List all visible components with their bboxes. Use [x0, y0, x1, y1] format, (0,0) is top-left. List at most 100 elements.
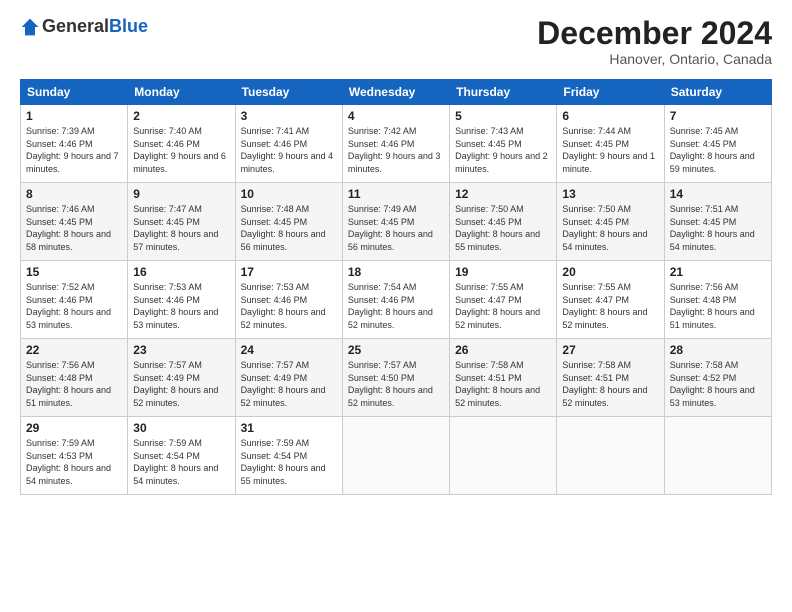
main-container: GeneralBlue December 2024 Hanover, Ontar… [0, 0, 792, 505]
calendar-header-row: SundayMondayTuesdayWednesdayThursdayFrid… [21, 80, 772, 105]
calendar-cell: 27 Sunrise: 7:58 AM Sunset: 4:51 PM Dayl… [557, 339, 664, 417]
calendar-week-1: 1 Sunrise: 7:39 AM Sunset: 4:46 PM Dayli… [21, 105, 772, 183]
day-info: Sunrise: 7:43 AM Sunset: 4:45 PM Dayligh… [455, 126, 548, 174]
day-number: 9 [133, 187, 229, 201]
day-info: Sunrise: 7:53 AM Sunset: 4:46 PM Dayligh… [241, 282, 326, 330]
logo-general: General [42, 16, 109, 37]
day-info: Sunrise: 7:48 AM Sunset: 4:45 PM Dayligh… [241, 204, 326, 252]
calendar-cell: 17 Sunrise: 7:53 AM Sunset: 4:46 PM Dayl… [235, 261, 342, 339]
calendar-cell: 6 Sunrise: 7:44 AM Sunset: 4:45 PM Dayli… [557, 105, 664, 183]
day-info: Sunrise: 7:57 AM Sunset: 4:49 PM Dayligh… [133, 360, 218, 408]
calendar-cell: 23 Sunrise: 7:57 AM Sunset: 4:49 PM Dayl… [128, 339, 235, 417]
calendar-cell [664, 417, 771, 495]
day-info: Sunrise: 7:56 AM Sunset: 4:48 PM Dayligh… [670, 282, 755, 330]
day-number: 3 [241, 109, 337, 123]
calendar-cell: 29 Sunrise: 7:59 AM Sunset: 4:53 PM Dayl… [21, 417, 128, 495]
calendar-cell [450, 417, 557, 495]
day-number: 28 [670, 343, 766, 357]
day-number: 18 [348, 265, 444, 279]
day-info: Sunrise: 7:59 AM Sunset: 4:54 PM Dayligh… [241, 438, 326, 486]
day-info: Sunrise: 7:54 AM Sunset: 4:46 PM Dayligh… [348, 282, 433, 330]
day-info: Sunrise: 7:58 AM Sunset: 4:52 PM Dayligh… [670, 360, 755, 408]
day-number: 22 [26, 343, 122, 357]
day-info: Sunrise: 7:52 AM Sunset: 4:46 PM Dayligh… [26, 282, 111, 330]
column-header-wednesday: Wednesday [342, 80, 449, 105]
day-info: Sunrise: 7:50 AM Sunset: 4:45 PM Dayligh… [562, 204, 647, 252]
day-info: Sunrise: 7:56 AM Sunset: 4:48 PM Dayligh… [26, 360, 111, 408]
calendar-cell: 11 Sunrise: 7:49 AM Sunset: 4:45 PM Dayl… [342, 183, 449, 261]
day-info: Sunrise: 7:55 AM Sunset: 4:47 PM Dayligh… [562, 282, 647, 330]
calendar-week-5: 29 Sunrise: 7:59 AM Sunset: 4:53 PM Dayl… [21, 417, 772, 495]
calendar-cell: 21 Sunrise: 7:56 AM Sunset: 4:48 PM Dayl… [664, 261, 771, 339]
column-header-thursday: Thursday [450, 80, 557, 105]
logo-icon [20, 17, 40, 37]
column-header-sunday: Sunday [21, 80, 128, 105]
day-number: 29 [26, 421, 122, 435]
day-info: Sunrise: 7:45 AM Sunset: 4:45 PM Dayligh… [670, 126, 755, 174]
day-number: 30 [133, 421, 229, 435]
calendar-cell: 10 Sunrise: 7:48 AM Sunset: 4:45 PM Dayl… [235, 183, 342, 261]
day-number: 6 [562, 109, 658, 123]
day-info: Sunrise: 7:59 AM Sunset: 4:54 PM Dayligh… [133, 438, 218, 486]
calendar-cell: 13 Sunrise: 7:50 AM Sunset: 4:45 PM Dayl… [557, 183, 664, 261]
column-header-saturday: Saturday [664, 80, 771, 105]
calendar-cell: 22 Sunrise: 7:56 AM Sunset: 4:48 PM Dayl… [21, 339, 128, 417]
day-info: Sunrise: 7:41 AM Sunset: 4:46 PM Dayligh… [241, 126, 334, 174]
calendar-week-3: 15 Sunrise: 7:52 AM Sunset: 4:46 PM Dayl… [21, 261, 772, 339]
calendar-cell: 9 Sunrise: 7:47 AM Sunset: 4:45 PM Dayli… [128, 183, 235, 261]
calendar-cell: 4 Sunrise: 7:42 AM Sunset: 4:46 PM Dayli… [342, 105, 449, 183]
day-info: Sunrise: 7:47 AM Sunset: 4:45 PM Dayligh… [133, 204, 218, 252]
day-info: Sunrise: 7:46 AM Sunset: 4:45 PM Dayligh… [26, 204, 111, 252]
day-number: 4 [348, 109, 444, 123]
day-number: 12 [455, 187, 551, 201]
day-info: Sunrise: 7:57 AM Sunset: 4:50 PM Dayligh… [348, 360, 433, 408]
day-number: 20 [562, 265, 658, 279]
calendar-week-2: 8 Sunrise: 7:46 AM Sunset: 4:45 PM Dayli… [21, 183, 772, 261]
column-header-monday: Monday [128, 80, 235, 105]
day-number: 14 [670, 187, 766, 201]
day-info: Sunrise: 7:49 AM Sunset: 4:45 PM Dayligh… [348, 204, 433, 252]
day-number: 15 [26, 265, 122, 279]
day-info: Sunrise: 7:55 AM Sunset: 4:47 PM Dayligh… [455, 282, 540, 330]
calendar-cell: 24 Sunrise: 7:57 AM Sunset: 4:49 PM Dayl… [235, 339, 342, 417]
day-number: 11 [348, 187, 444, 201]
day-number: 1 [26, 109, 122, 123]
day-info: Sunrise: 7:58 AM Sunset: 4:51 PM Dayligh… [455, 360, 540, 408]
day-info: Sunrise: 7:57 AM Sunset: 4:49 PM Dayligh… [241, 360, 326, 408]
calendar-cell: 31 Sunrise: 7:59 AM Sunset: 4:54 PM Dayl… [235, 417, 342, 495]
calendar-cell: 18 Sunrise: 7:54 AM Sunset: 4:46 PM Dayl… [342, 261, 449, 339]
day-number: 8 [26, 187, 122, 201]
calendar-cell: 5 Sunrise: 7:43 AM Sunset: 4:45 PM Dayli… [450, 105, 557, 183]
day-info: Sunrise: 7:59 AM Sunset: 4:53 PM Dayligh… [26, 438, 111, 486]
calendar-cell [557, 417, 664, 495]
calendar-cell: 28 Sunrise: 7:58 AM Sunset: 4:52 PM Dayl… [664, 339, 771, 417]
day-number: 26 [455, 343, 551, 357]
calendar-cell: 26 Sunrise: 7:58 AM Sunset: 4:51 PM Dayl… [450, 339, 557, 417]
day-info: Sunrise: 7:44 AM Sunset: 4:45 PM Dayligh… [562, 126, 655, 174]
column-header-friday: Friday [557, 80, 664, 105]
day-number: 31 [241, 421, 337, 435]
day-info: Sunrise: 7:40 AM Sunset: 4:46 PM Dayligh… [133, 126, 226, 174]
calendar-cell: 25 Sunrise: 7:57 AM Sunset: 4:50 PM Dayl… [342, 339, 449, 417]
calendar-cell: 7 Sunrise: 7:45 AM Sunset: 4:45 PM Dayli… [664, 105, 771, 183]
day-number: 27 [562, 343, 658, 357]
day-info: Sunrise: 7:51 AM Sunset: 4:45 PM Dayligh… [670, 204, 755, 252]
calendar-cell: 15 Sunrise: 7:52 AM Sunset: 4:46 PM Dayl… [21, 261, 128, 339]
day-number: 21 [670, 265, 766, 279]
day-info: Sunrise: 7:50 AM Sunset: 4:45 PM Dayligh… [455, 204, 540, 252]
calendar-week-4: 22 Sunrise: 7:56 AM Sunset: 4:48 PM Dayl… [21, 339, 772, 417]
calendar-cell: 3 Sunrise: 7:41 AM Sunset: 4:46 PM Dayli… [235, 105, 342, 183]
day-number: 2 [133, 109, 229, 123]
month-title: December 2024 [537, 16, 772, 51]
day-number: 5 [455, 109, 551, 123]
logo-text: GeneralBlue [20, 16, 148, 37]
day-number: 13 [562, 187, 658, 201]
column-header-tuesday: Tuesday [235, 80, 342, 105]
day-info: Sunrise: 7:42 AM Sunset: 4:46 PM Dayligh… [348, 126, 441, 174]
day-number: 25 [348, 343, 444, 357]
day-info: Sunrise: 7:58 AM Sunset: 4:51 PM Dayligh… [562, 360, 647, 408]
day-number: 10 [241, 187, 337, 201]
calendar-cell: 19 Sunrise: 7:55 AM Sunset: 4:47 PM Dayl… [450, 261, 557, 339]
calendar-cell: 30 Sunrise: 7:59 AM Sunset: 4:54 PM Dayl… [128, 417, 235, 495]
header: GeneralBlue December 2024 Hanover, Ontar… [20, 16, 772, 67]
